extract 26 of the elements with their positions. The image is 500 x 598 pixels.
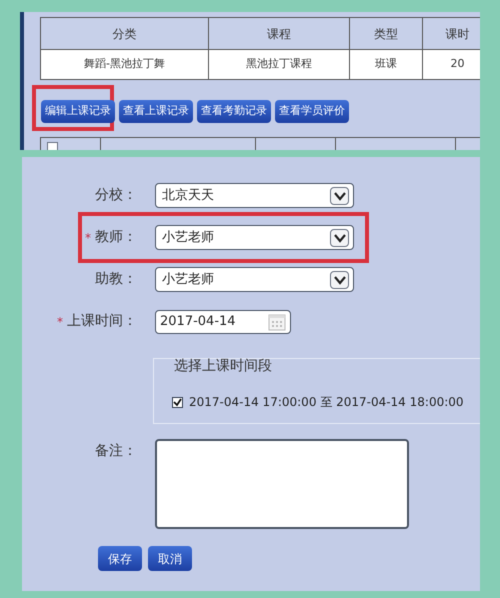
date-field[interactable]: 2017-04-14 — [155, 310, 291, 334]
action-button[interactable]: 查看上课记录 — [119, 100, 193, 123]
form-button[interactable]: 取消 — [148, 546, 192, 571]
dropdown-select[interactable]: 北京天天 — [155, 183, 354, 208]
field-label: 分校： — [95, 186, 137, 205]
table-cell: 舞蹈-黑池拉丁舞 — [41, 50, 209, 79]
field-label: 教师： — [95, 228, 137, 247]
table-cell: 黑池拉丁课程 — [209, 50, 350, 79]
action-button[interactable]: 编辑上课记录 — [41, 100, 115, 123]
note-textarea[interactable] — [155, 439, 409, 529]
required-marker: * — [57, 314, 63, 330]
field-label: 备注： — [95, 442, 137, 461]
field-label: 上课时间： — [67, 312, 137, 331]
form-button[interactable]: 保存 — [98, 546, 142, 571]
action-button[interactable]: 查看学员评价 — [275, 100, 349, 123]
table-cell: 班课 — [350, 50, 423, 79]
dropdown-select[interactable]: 小艺老师 — [155, 267, 354, 292]
field-label: 助教： — [95, 270, 137, 289]
required-marker: * — [85, 230, 91, 246]
table-cell: 20 — [423, 50, 480, 79]
time-slot-label: 2017-04-14 17:00:00 至 2017-04-14 18:00:00 — [189, 394, 464, 411]
action-button[interactable]: 查看考勤记录 — [197, 100, 271, 123]
time-slot-checkbox[interactable] — [172, 396, 183, 408]
group-legend: 选择上课时间段 — [174, 356, 272, 377]
dropdown-select[interactable]: 小艺老师 — [155, 225, 354, 250]
select-all-checkbox[interactable] — [47, 142, 58, 150]
